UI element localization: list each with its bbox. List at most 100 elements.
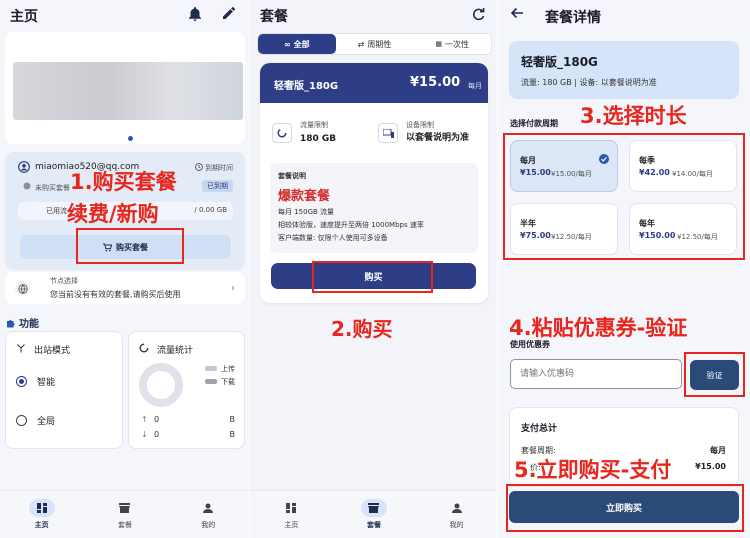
nav-home-label: 主页	[284, 521, 299, 529]
download-label: 下载	[221, 378, 235, 386]
plan-summary-card: 轻奢版_180G 流量: 180 GB | 设备: 以套餐说明为准	[509, 41, 739, 99]
back-arrow-icon[interactable]	[510, 7, 524, 19]
expiry-label: 到期时间	[205, 164, 233, 172]
period-label: 选择付款周期	[510, 119, 558, 128]
link-icon: ∞	[284, 39, 291, 49]
summary-plan-name: 轻奢版_180G	[521, 55, 598, 69]
traffic-title: 流量统计	[157, 346, 194, 356]
annotation-step3: 3.选择时长	[580, 104, 687, 128]
usage-value: / 0.00 GB	[194, 206, 227, 214]
calendar-icon: ▦	[435, 40, 442, 48]
globe-icon	[15, 281, 30, 296]
coupon-input[interactable]	[510, 359, 682, 389]
tab-all[interactable]: ∞ 全部	[258, 34, 336, 54]
outbound-title: 出站模式	[34, 346, 71, 356]
tab-periodic-label: 周期性	[367, 39, 392, 49]
refresh-icon[interactable]	[472, 8, 485, 21]
nav-plans-label: 套餐	[117, 521, 132, 529]
traffic-card: 流量统计 上传 下载 ↑ 0 B ↓ 0 B	[128, 331, 245, 449]
features-title: 功能	[19, 319, 39, 330]
plan-description-box: 套餐说明 爆款套餐 每月 150GB 流量 相较体验版，速度提升至两倍 1000…	[270, 163, 478, 253]
annotation-step5: 5.立即购买-支付	[514, 458, 672, 482]
person-icon	[195, 499, 221, 517]
node-title: 节点选择	[50, 277, 78, 285]
user-icon	[18, 161, 30, 173]
upload-unit: B	[229, 415, 236, 424]
summary-price-value: ¥15.00	[695, 462, 726, 471]
store-icon	[112, 499, 138, 517]
radio-smart[interactable]: 智能	[16, 375, 55, 388]
annotation-box-buy	[312, 261, 433, 293]
dashboard-icon	[278, 499, 304, 517]
nav-me[interactable]: 我的	[427, 499, 487, 530]
nav-plans[interactable]: 套餐	[95, 499, 155, 530]
summary-title: 支付总计	[521, 424, 558, 434]
nav-plans-label: 套餐	[366, 521, 381, 529]
bottom-nav: 主页 套餐 我的	[0, 490, 250, 538]
tab-onetime-label: 一次性	[444, 39, 469, 49]
desc-hot: 爆款套餐	[278, 189, 331, 204]
nav-me[interactable]: 我的	[178, 499, 238, 530]
person-icon	[444, 499, 470, 517]
nav-home[interactable]: 主页	[261, 499, 321, 530]
home-screen: 主页 miaomiao520@qq.com 到期时间 未购买套餐 已到期 已用流…	[0, 0, 250, 538]
page-title: 套餐详情	[545, 10, 601, 26]
banner-image	[13, 62, 243, 120]
status-badge: 未购买套餐	[35, 184, 70, 192]
device-limit-label: 设备限制	[406, 121, 434, 129]
down-arrow-icon: ↓	[141, 430, 148, 439]
annotation-box-buy-now	[506, 484, 744, 532]
tab-onetime[interactable]: ▦ 一次性	[413, 34, 491, 54]
up-arrow-icon: ↑	[141, 415, 148, 424]
node-desc: 您当前没有有效的套餐,请购买后使用	[50, 290, 181, 299]
radio-global[interactable]: 全局	[16, 414, 55, 427]
desc-line: 每月 150GB 流量	[278, 208, 335, 216]
plans-topbar: 套餐	[250, 0, 498, 32]
home-topbar: 主页	[0, 0, 250, 32]
summary-period-value: 每月	[710, 446, 726, 455]
traffic-donut	[139, 363, 183, 407]
summary-plan-meta: 流量: 180 GB | 设备: 以套餐说明为准	[521, 78, 657, 87]
expired-badge: 已到期	[202, 180, 233, 192]
annotation-box-period	[503, 133, 745, 260]
usage-label: 已用流	[46, 207, 67, 215]
features-header: 功能	[6, 315, 39, 330]
edit-icon[interactable]	[222, 6, 236, 20]
upload-label: 上传	[221, 365, 235, 373]
annotation-step1-sub: 续费/新购	[67, 202, 159, 226]
tab-periodic[interactable]: ⇄ 周期性	[336, 34, 414, 54]
upload-value: 0	[154, 415, 160, 424]
traffic-limit-label: 流量限制	[300, 121, 328, 129]
store-icon	[360, 499, 387, 517]
download-value: 0	[154, 430, 160, 439]
traffic-limit-box: 流量限制 180 GB	[270, 117, 368, 159]
traffic-limit-value: 180 GB	[300, 134, 337, 144]
plan-name: 轻奢版_180G	[274, 81, 339, 92]
detail-topbar: 套餐详情	[498, 0, 750, 32]
page-title: 主页	[10, 9, 38, 25]
device-limit-value: 以套餐说明为准	[406, 133, 470, 143]
bottom-nav: 主页 套餐 我的	[250, 490, 498, 538]
carousel-dot	[128, 136, 133, 141]
nav-home[interactable]: 主页	[12, 499, 72, 530]
nav-me-label: 我的	[449, 521, 464, 529]
annotation-step2: 2.购买	[331, 317, 393, 341]
chevron-right-icon: ›	[231, 283, 235, 294]
bell-icon[interactable]	[188, 6, 202, 22]
nav-plans[interactable]: 套餐	[344, 499, 404, 530]
annotation-step1: 1.购买套餐	[70, 170, 177, 194]
annotation-step4: 4.粘贴优惠券-验证	[509, 316, 688, 340]
node-selector[interactable]: 节点选择 您当前没有有效的套餐,请购买后使用 ›	[5, 272, 245, 304]
desc-line: 相较体验版，速度提升至两倍 1000Mbps 速率	[278, 221, 424, 229]
nav-home-label: 主页	[34, 521, 49, 529]
upload-swatch	[205, 366, 217, 371]
plan-period: 每月	[468, 82, 482, 90]
banner-carousel[interactable]	[5, 32, 245, 144]
download-swatch	[205, 379, 217, 384]
download-unit: B	[229, 430, 236, 439]
annotation-box-verify	[684, 352, 745, 397]
plan-tabs: ∞ 全部 ⇄ 周期性 ▦ 一次性	[257, 33, 492, 55]
plan-price: ¥15.00	[410, 75, 461, 90]
plan-card-header: 轻奢版_180G ¥15.00 每月	[260, 63, 488, 103]
device-limit-box: 设备限制 以套餐说明为准	[374, 117, 482, 159]
